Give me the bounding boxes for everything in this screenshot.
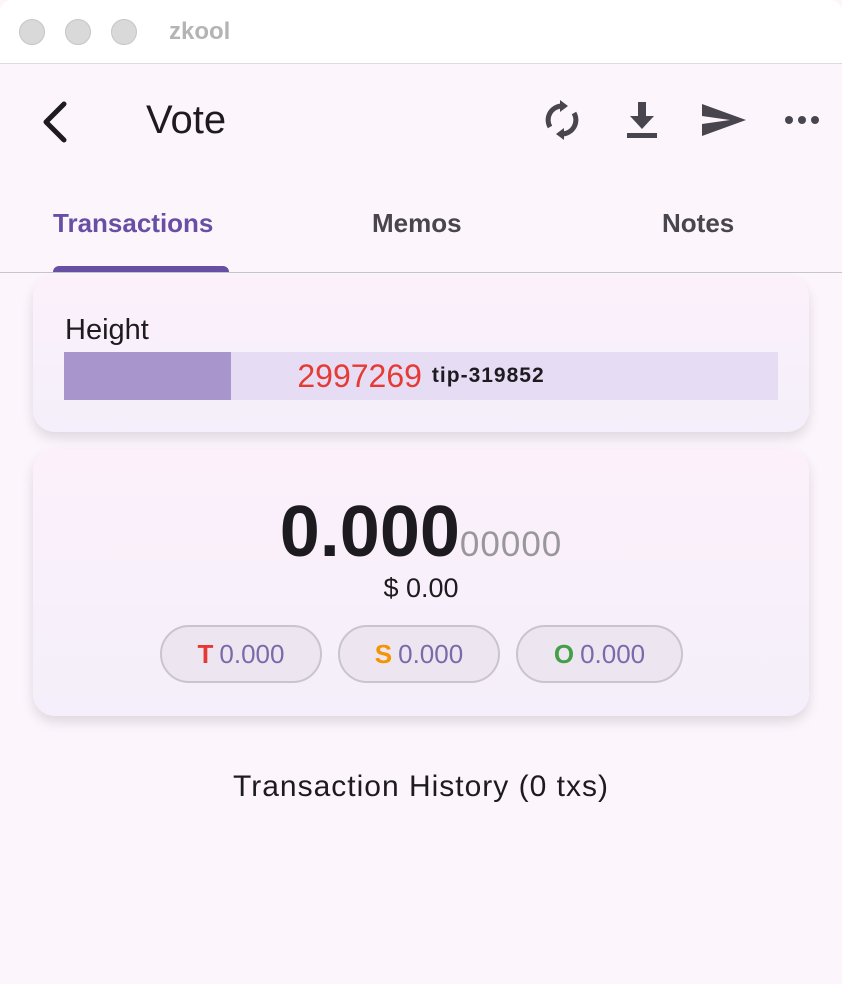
pool-letter: O xyxy=(553,638,575,669)
app-bar: Vote xyxy=(0,64,842,174)
page-title: Vote xyxy=(146,98,227,142)
active-tab-indicator xyxy=(53,266,229,272)
tab-memos[interactable]: Memos xyxy=(372,208,462,239)
balance-sub-digits: 00000 xyxy=(459,525,563,564)
pool-amount: 0.000 xyxy=(398,638,464,669)
pool-amount: 0.000 xyxy=(219,638,285,669)
pool-letter: S xyxy=(374,638,393,669)
window-title: zkool xyxy=(169,18,231,45)
sync-icon xyxy=(545,100,579,140)
transaction-history-heading: Transaction History (0 txs) xyxy=(233,770,609,803)
more-button[interactable] xyxy=(782,98,822,142)
send-button[interactable] xyxy=(700,98,748,142)
height-card: Height 2997269 tip-319852 xyxy=(33,276,809,432)
sapling-pool-chip[interactable]: S 0.000 xyxy=(338,625,500,683)
send-icon xyxy=(702,104,746,136)
sync-progress-text: 2997269 tip-319852 xyxy=(64,352,778,400)
height-number: 2997269 xyxy=(297,357,422,394)
tab-transactions[interactable]: Transactions xyxy=(53,208,213,239)
download-button[interactable] xyxy=(620,98,664,142)
download-icon xyxy=(627,102,657,138)
tab-bar: Transactions Memos Notes xyxy=(0,190,842,273)
window-zoom-button[interactable] xyxy=(111,19,137,45)
balance-amount: 0.000 00000 xyxy=(33,491,809,573)
window-close-button[interactable] xyxy=(19,19,45,45)
window-titlebar: zkool xyxy=(0,0,842,64)
tab-notes[interactable]: Notes xyxy=(662,208,734,239)
orchard-pool-chip[interactable]: O 0.000 xyxy=(516,625,683,683)
pool-letter: T xyxy=(197,638,214,669)
balance-card: 0.000 00000 $ 0.00 T 0.000 S 0.000 O 0.0… xyxy=(33,449,809,716)
height-label: Height xyxy=(65,314,149,346)
transparent-pool-chip[interactable]: T 0.000 xyxy=(160,625,322,683)
sync-button[interactable] xyxy=(540,98,584,142)
pool-amount: 0.000 xyxy=(580,638,646,669)
back-button[interactable] xyxy=(38,100,74,144)
window-minimize-button[interactable] xyxy=(65,19,91,45)
more-icon xyxy=(785,116,819,124)
back-icon xyxy=(43,101,67,143)
balance-main: 0.000 xyxy=(279,492,460,572)
fiat-balance: $ 0.00 xyxy=(383,573,459,603)
tip-label: tip-319852 xyxy=(431,364,545,387)
sync-progress-bar: 2997269 tip-319852 xyxy=(64,352,778,400)
